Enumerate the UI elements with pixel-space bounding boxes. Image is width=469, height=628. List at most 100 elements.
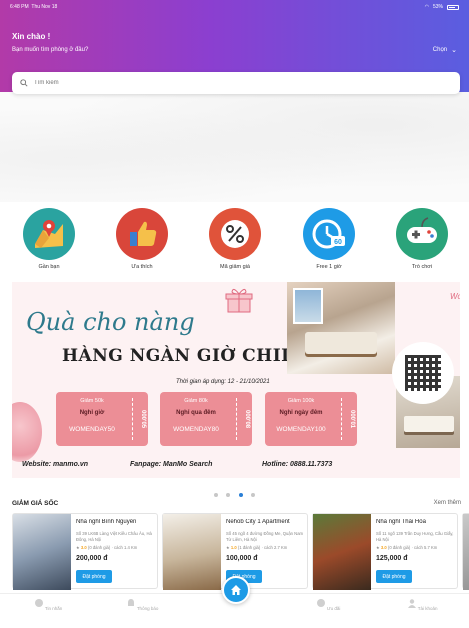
category-label: Free 1 giờ: [316, 264, 342, 270]
hotel-price: 100,000 đ: [226, 555, 258, 562]
pager-dot[interactable]: [226, 493, 231, 497]
nav-label: Thông báo: [136, 606, 159, 611]
ticket-value: 000'01: [341, 398, 355, 440]
review-count: (0 đánh giá): [387, 545, 411, 550]
gift-icon: [316, 599, 325, 607]
deals-section-title: GIẢM GIÁ SỐC: [12, 500, 59, 507]
voucher-ticket: Giảm 80k Nghỉ qua đêm WOMENDAY80 000'08: [160, 392, 252, 446]
review-count: (1 đánh giá): [237, 545, 261, 550]
pager-dot-active[interactable]: [238, 493, 243, 497]
battery-icon: [447, 4, 459, 10]
voucher-ticket: Giảm 100k Nghỉ ngày đêm WOMENDAY100 000'…: [265, 392, 357, 446]
room-window: [293, 288, 323, 324]
qr-code: [392, 342, 454, 404]
clock-60-icon: 60: [303, 208, 355, 260]
chevron-down-icon: ⌄: [451, 47, 457, 54]
hotel-name: Nhà nghỉ Thái Hòa: [376, 519, 426, 525]
banner-corner-text: Wom: [450, 292, 460, 301]
ticket-discount: Giảm 100k: [287, 398, 315, 404]
distance-text: cách 1.4 Km: [114, 545, 138, 550]
hotel-rating: ★ 3.0 (0 đánh giá) · cách 1.4 Km: [76, 545, 138, 550]
category-nearby[interactable]: Gần bạn: [14, 208, 84, 270]
nav-offers[interactable]: Ưu đãi: [298, 598, 358, 611]
category-coupons[interactable]: Mã giảm giá: [200, 208, 270, 270]
status-time: 6:48 PM Thu Nov 18: [10, 4, 57, 10]
category-label: Ưa thích: [131, 264, 153, 270]
map-icon: [23, 208, 75, 260]
hotel-price: 200,000 đ: [76, 555, 108, 562]
choose-location-button[interactable]: Chọn ⌄: [433, 46, 457, 54]
wifi-icon: ◠: [424, 4, 429, 10]
status-bar: 6:48 PM Thu Nov 18 ◠ 53%: [10, 4, 459, 14]
banner-period: Thời gian áp dụng: 12 - 21/10/2021: [176, 379, 270, 385]
chat-icon: [34, 599, 43, 607]
search-icon: [20, 79, 28, 87]
thumbs-up-icon: [116, 208, 168, 260]
pager-dot[interactable]: [213, 493, 218, 497]
banner-pager: [0, 484, 469, 502]
ticket-discount: Giảm 50k: [80, 398, 104, 404]
hotel-card[interactable]: Nhà nghỉ Bình Nguyên Số 39 LK6B Làng Việ…: [12, 513, 158, 590]
see-more-link[interactable]: Xem thêm: [434, 500, 461, 506]
ticket-value: 000'05: [132, 398, 146, 440]
hotel-address: Số 11 ngõ 139 Trần Duy Hưng, Cầu Giấy, H…: [376, 531, 454, 542]
promo-banner[interactable]: Quà cho nàng HÀNG NGÀN GIỜ CHILL Thời gi…: [12, 282, 460, 478]
banner-footer: Website: manmo.vn Fanpage: ManMo Search …: [12, 452, 460, 478]
home-button[interactable]: [222, 576, 250, 604]
pager-dot[interactable]: [251, 493, 256, 497]
category-label: Gần bạn: [38, 264, 60, 270]
greeting-text: Xin chào !: [12, 32, 51, 41]
hotel-address: Số 39 LK6B Làng Việt Kiều Châu Âu, Hà Đô…: [76, 531, 152, 542]
distance-text: cách 5.7 Km: [414, 545, 438, 550]
ticket-type: Nghỉ giờ: [79, 410, 105, 416]
gift-icon: [225, 288, 253, 313]
hotel-room-photo: [287, 282, 395, 374]
date-text: Thu Nov 18: [31, 4, 58, 10]
ticket-code: WOMENDAY100: [276, 426, 326, 433]
category-favorites[interactable]: Ưa thích: [107, 208, 177, 270]
nav-label: Ưu đãi: [326, 606, 341, 611]
hotel-thumbnail: [313, 514, 371, 590]
banner-website: Website: manmo.vn: [22, 461, 88, 468]
home-icon: [231, 585, 241, 595]
category-row: Gần bạn Ưa thích Mã giảm giá 60 Free 1 g…: [0, 208, 469, 278]
search-bar[interactable]: [12, 72, 460, 94]
hotel-price: 125,000 đ: [376, 555, 408, 562]
book-button[interactable]: Đặt phòng: [376, 570, 412, 583]
qr-pattern: [405, 355, 441, 391]
nav-messages[interactable]: Tin nhắn: [18, 598, 78, 611]
rating-value: 1.0: [230, 545, 237, 550]
hotel-thumbnail: [163, 514, 221, 590]
distance-text: cách 2.7 Km: [264, 545, 288, 550]
category-games[interactable]: Trò chơi: [387, 208, 457, 270]
search-input[interactable]: [34, 80, 434, 86]
nav-account[interactable]: Tài khoản: [392, 598, 452, 611]
percent-icon: [209, 208, 261, 260]
choose-label: Chọn: [432, 47, 448, 53]
hotel-address: Số 45 ngõ 4 đường Đồng Me, Quận Nam Từ L…: [226, 531, 304, 542]
hotel-rating: ★ 1.0 (1 đánh giá) · cách 2.7 Km: [226, 545, 288, 550]
status-right: ◠ 53%: [425, 4, 459, 10]
banner-fanpage: Fanpage: ManMo Search: [130, 461, 213, 468]
user-icon: [407, 599, 416, 608]
category-free-hour[interactable]: 60 Free 1 giờ: [294, 208, 364, 270]
ticket-discount: Giảm 80k: [184, 398, 208, 404]
hotel-thumbnail: [463, 514, 469, 590]
rating-value: 3.0: [80, 545, 87, 550]
hotel-card-partial[interactable]: [462, 513, 469, 590]
nav-notifications[interactable]: Thông báo: [112, 598, 172, 611]
gamepad-icon: [396, 208, 448, 260]
ticket-type: Nghỉ ngày đêm: [279, 410, 323, 416]
banner-hotline: Hotline: 0888.11.7373: [262, 461, 333, 468]
nav-label: Tài khoản: [417, 606, 438, 611]
hotel-card[interactable]: Nhà nghỉ Thái Hòa Số 11 ngõ 139 Trần Duy…: [312, 513, 458, 590]
ticket-value: 000'08: [236, 398, 250, 440]
rating-value: 3.0: [380, 545, 387, 550]
hotel-name: Nehob City 1 Apartment: [226, 519, 290, 525]
category-label: Mã giảm giá: [220, 264, 250, 270]
book-button[interactable]: Đặt phòng: [76, 570, 112, 583]
ticket-code: WOMENDAY50: [69, 426, 115, 433]
battery-text: 53%: [432, 4, 443, 10]
room-bed: [305, 332, 377, 354]
bell-icon: [127, 599, 134, 606]
